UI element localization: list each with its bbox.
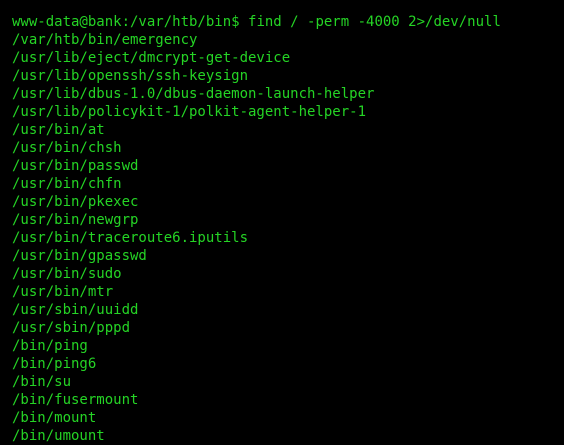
output-line: /usr/sbin/uuidd — [12, 302, 139, 318]
output-line: /usr/bin/traceroute6.iputils — [12, 230, 249, 246]
output-line: /var/htb/bin/emergency — [12, 32, 198, 48]
output-line: /usr/lib/dbus-1.0/dbus-daemon-launch-hel… — [12, 86, 375, 102]
output-line: /usr/bin/chfn — [12, 176, 122, 192]
output-line: /usr/bin/at — [12, 122, 105, 138]
output-line: /usr/lib/openssh/ssh-keysign — [12, 68, 249, 84]
output-line: /usr/bin/gpasswd — [12, 248, 147, 264]
shell-prompt: www-data@bank:/var/htb/bin$ — [12, 14, 240, 30]
output-line: /usr/bin/chsh — [12, 140, 122, 156]
output-line: /usr/sbin/pppd — [12, 320, 131, 336]
command-line[interactable]: www-data@bank:/var/htb/bin$ find / -perm… — [12, 13, 564, 31]
output-line: /usr/bin/mtr — [12, 284, 114, 300]
output-line: /usr/bin/passwd — [12, 158, 139, 174]
output-line: /usr/lib/eject/dmcrypt-get-device — [12, 50, 291, 66]
output-line: /bin/ping6 — [12, 356, 97, 372]
output-line: /usr/bin/pkexec — [12, 194, 139, 210]
output-line: /usr/bin/sudo — [12, 266, 122, 282]
output-line: /bin/mount — [12, 410, 97, 426]
command-text: find / -perm -4000 2>/dev/null — [248, 14, 501, 30]
output-line: /bin/fusermount — [12, 392, 139, 408]
output-line: /usr/bin/newgrp — [12, 212, 139, 228]
terminal-window[interactable]: www-data@bank:/var/htb/bin$ find / -perm… — [0, 0, 564, 445]
output-line: /bin/ping — [12, 338, 88, 354]
output-line: /usr/lib/policykit-1/polkit-agent-helper… — [12, 104, 367, 120]
output-line: /bin/umount — [12, 428, 105, 444]
output-line: /bin/su — [12, 374, 72, 390]
